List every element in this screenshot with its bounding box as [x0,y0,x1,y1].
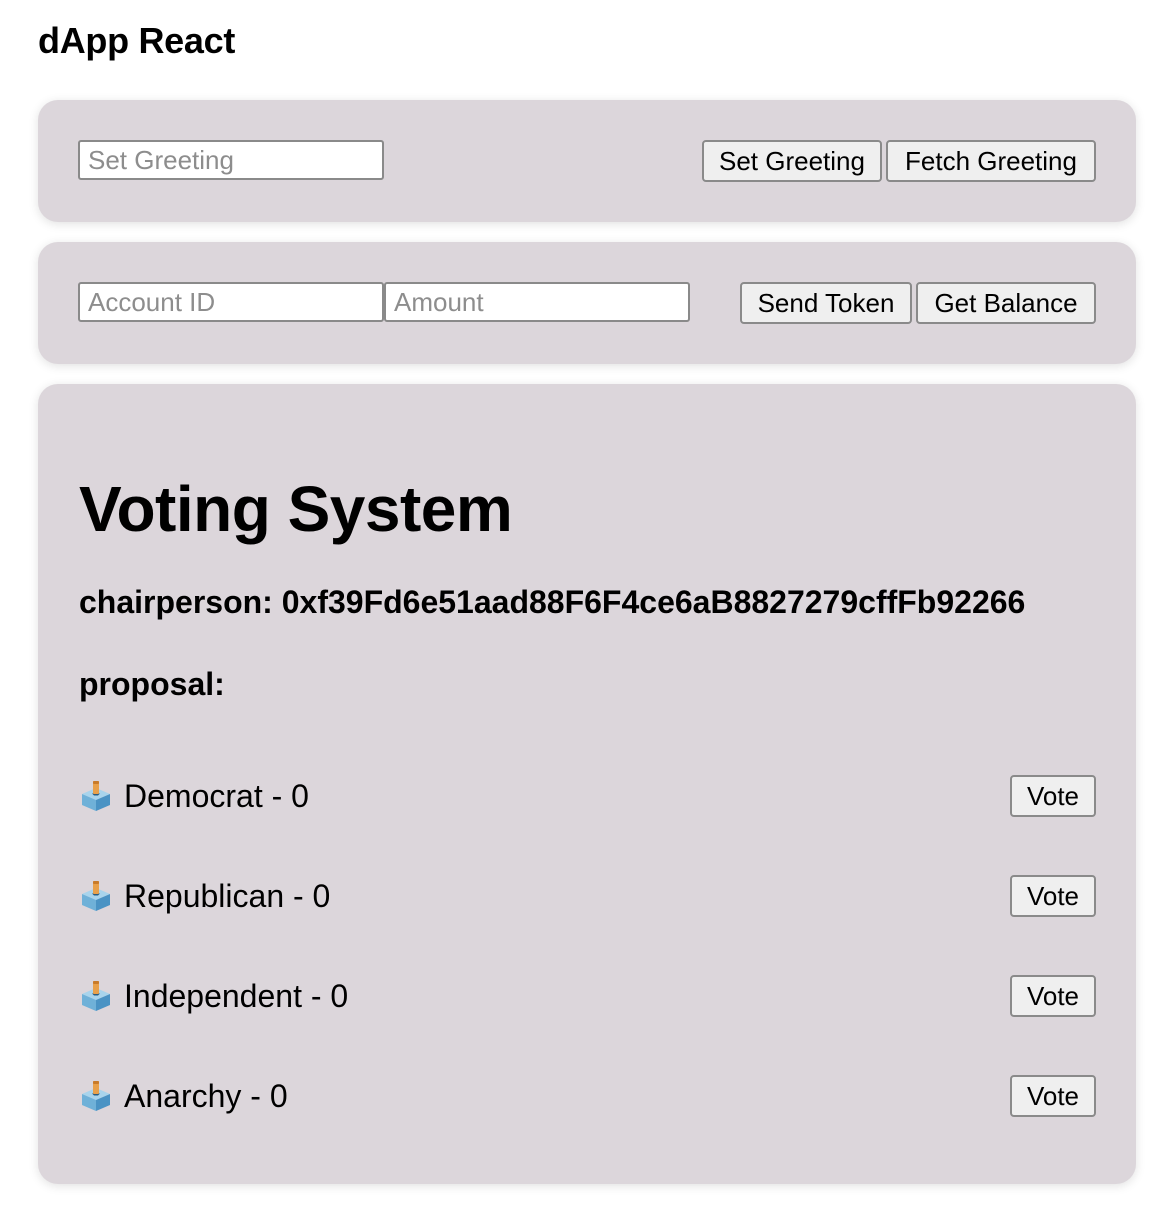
amount-input[interactable] [384,282,690,322]
account-id-input[interactable] [78,282,384,322]
vote-button[interactable]: Vote [1010,975,1096,1017]
chairperson-label: chairperson: [79,584,273,620]
set-greeting-button[interactable]: Set Greeting [702,140,882,182]
send-token-button[interactable]: Send Token [740,282,912,324]
proposal-label: proposal: [79,666,225,702]
greeting-input[interactable] [78,140,384,180]
ballot-box-icon [82,781,110,811]
ballot-box-icon [82,1081,110,1111]
app-title: dApp React [38,20,236,61]
vote-button[interactable]: Vote [1010,1075,1096,1117]
voting-title: Voting System [79,473,513,545]
ballot-box-icon [82,981,110,1011]
vote-button[interactable]: Vote [1010,875,1096,917]
token-panel: Send Token Get Balance [38,242,1136,364]
greeting-panel: Set Greeting Fetch Greeting [38,100,1136,222]
proposal-row: Independent - 0 Vote [79,974,1096,1018]
proposal-row: Anarchy - 0 Vote [79,1074,1096,1118]
vote-button[interactable]: Vote [1010,775,1096,817]
fetch-greeting-button[interactable]: Fetch Greeting [886,140,1096,182]
proposal-text: Democrat - 0 [124,778,309,814]
get-balance-button[interactable]: Get Balance [916,282,1096,324]
voting-panel: Voting System chairperson: 0xf39Fd6e51aa… [38,384,1136,1184]
chairperson-line: chairperson: 0xf39Fd6e51aad88F6F4ce6aB88… [79,584,1025,621]
chairperson-address: 0xf39Fd6e51aad88F6F4ce6aB8827279cffFb922… [281,584,1026,620]
proposal-row: Democrat - 0 Vote [79,774,1096,818]
proposal-text: Independent - 0 [124,978,349,1014]
proposal-row: Republican - 0 Vote [79,874,1096,918]
ballot-box-icon [82,881,110,911]
proposal-text: Anarchy - 0 [124,1078,288,1114]
proposal-text: Republican - 0 [124,878,331,914]
